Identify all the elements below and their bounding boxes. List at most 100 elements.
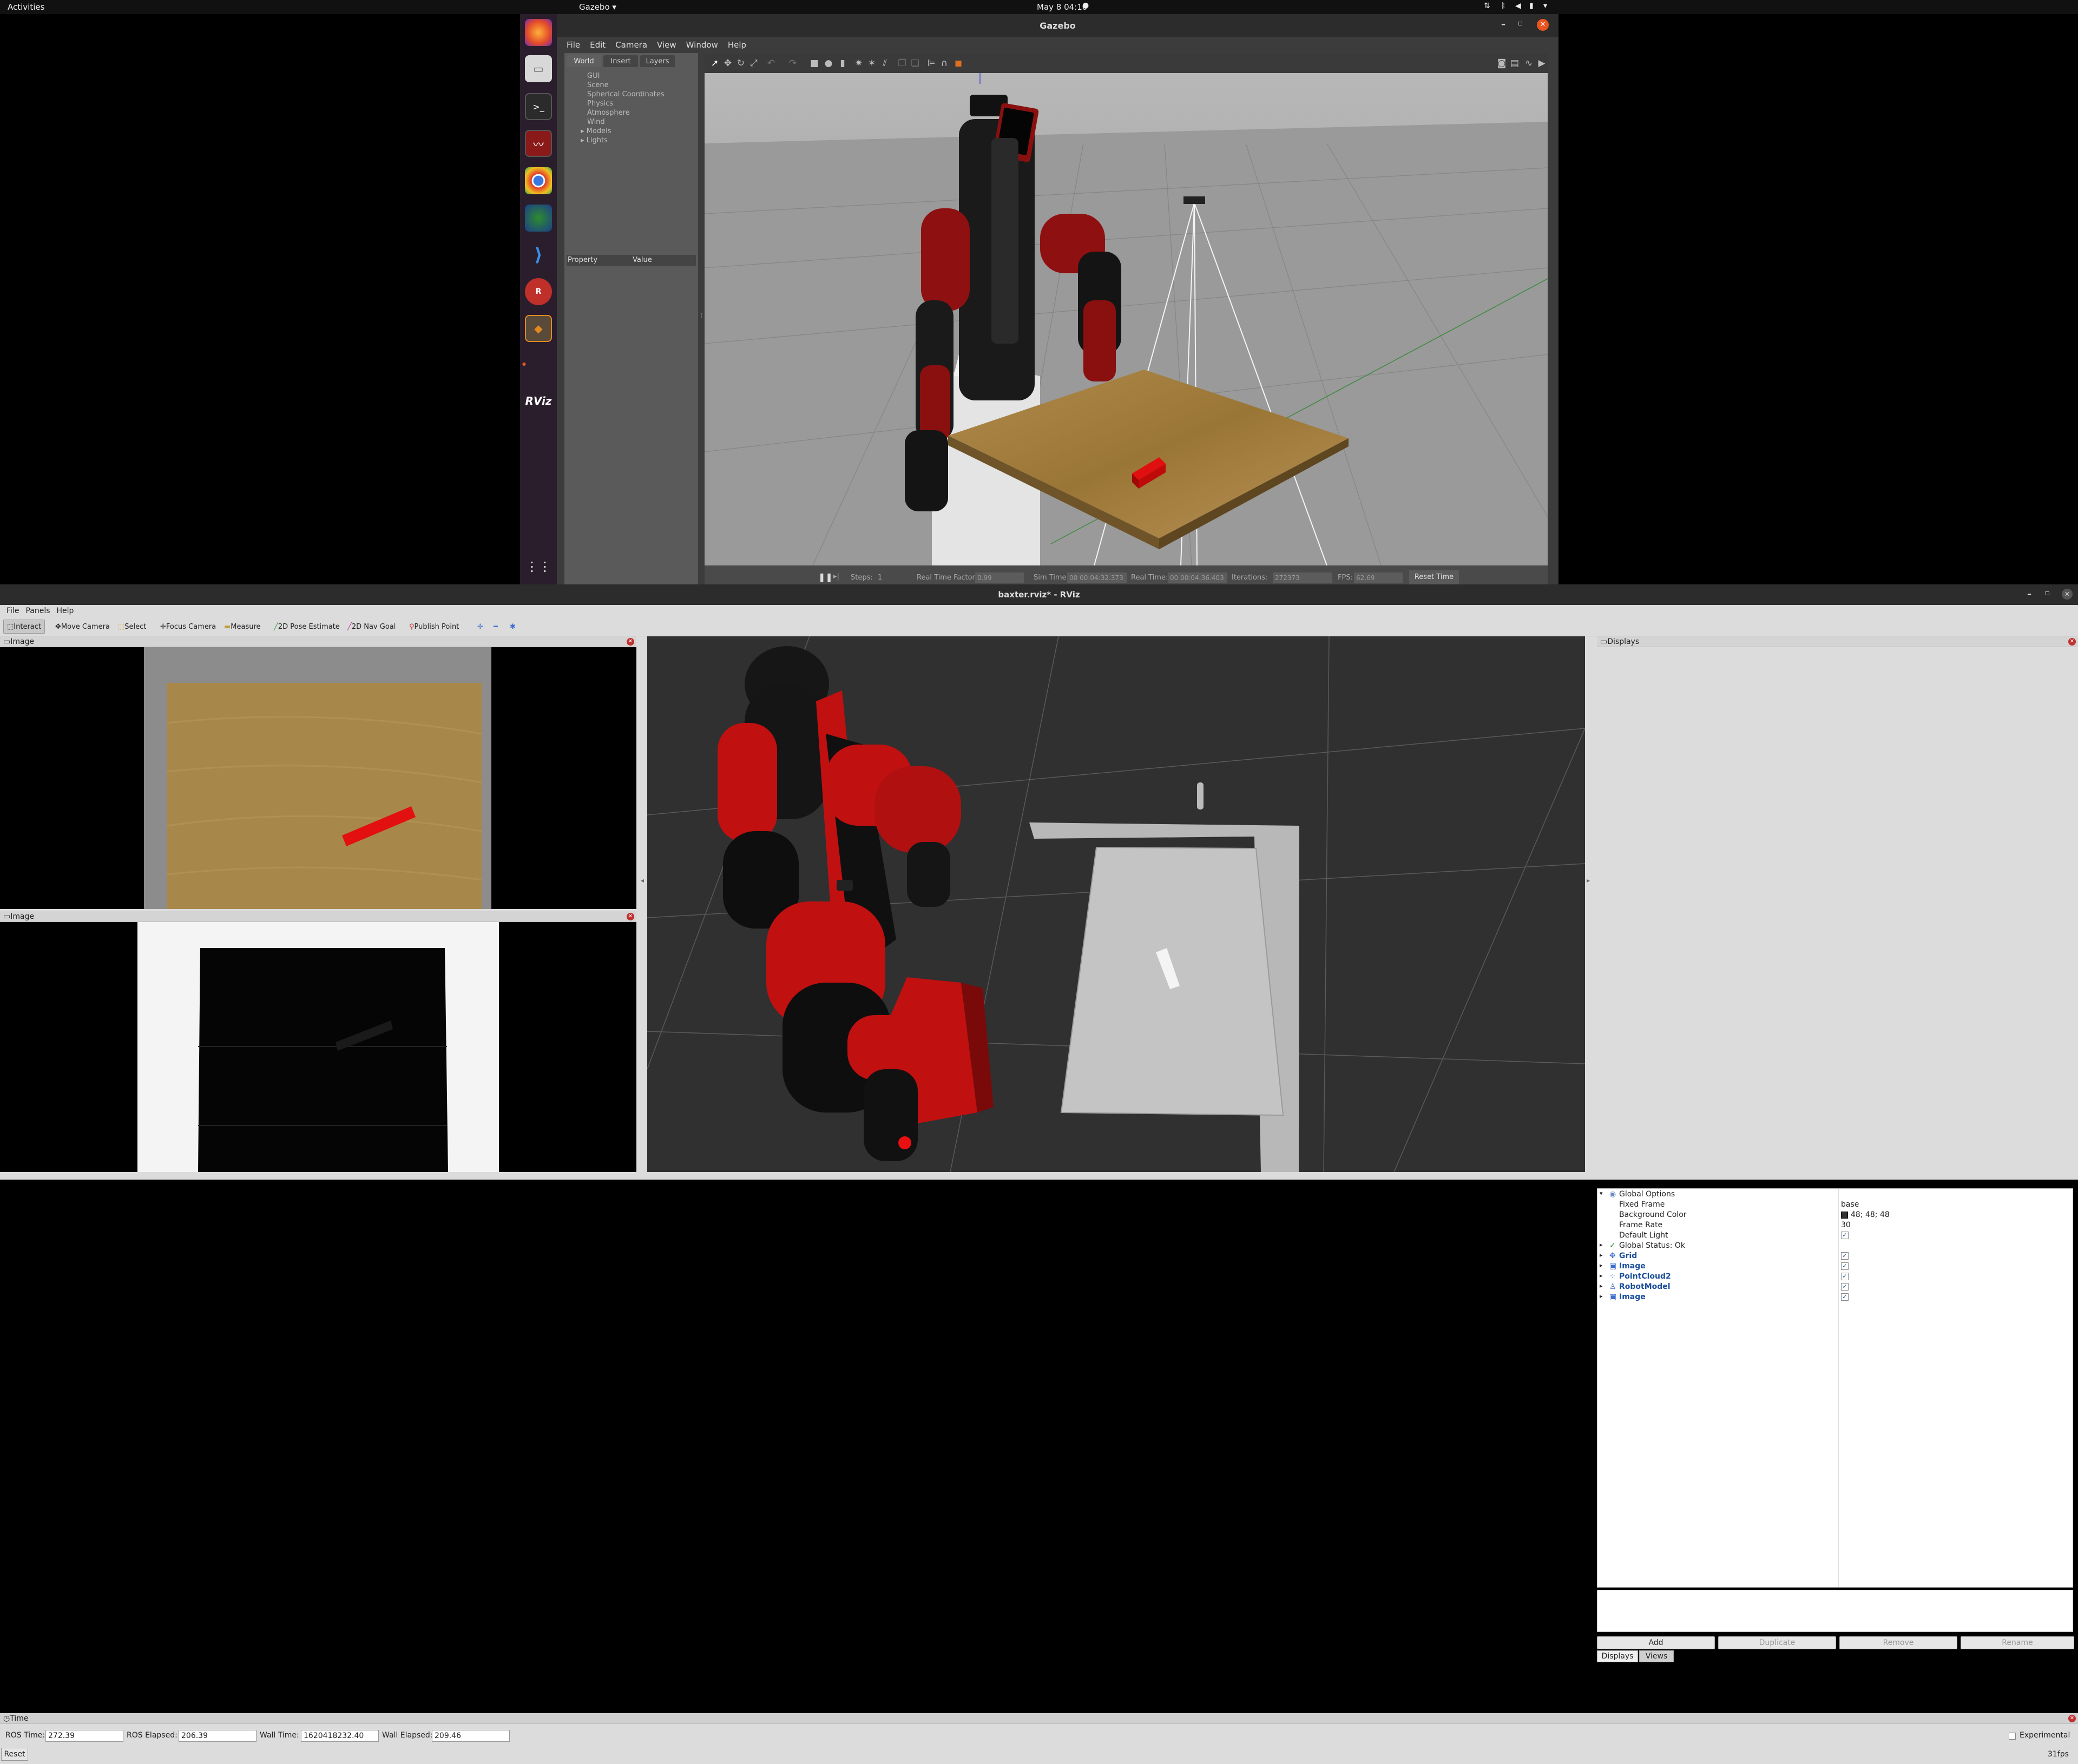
- expand-arrow-icon[interactable]: ▸: [1600, 1293, 1603, 1300]
- directional-light-icon[interactable]: ⫽: [880, 58, 890, 68]
- row-grid[interactable]: ▸ ✥ Grid ✓: [1597, 1251, 2074, 1261]
- snap-icon[interactable]: ∩: [939, 58, 949, 68]
- expand-arrow-icon[interactable]: ▸: [1600, 1272, 1603, 1279]
- pointcloud2-checkbox[interactable]: ✓: [1841, 1273, 1849, 1280]
- undo-icon[interactable]: ↶: [766, 58, 776, 68]
- close-panel-icon[interactable]: ✕: [627, 638, 634, 646]
- translate-icon[interactable]: ✥: [723, 58, 733, 68]
- rotate-icon[interactable]: ↻: [736, 58, 746, 68]
- screenshot-icon[interactable]: ◙: [1497, 58, 1507, 68]
- add-tool-icon[interactable]: ✛: [474, 620, 486, 634]
- tool-properties-icon[interactable]: ✱: [507, 620, 519, 634]
- add-display-button[interactable]: Add: [1597, 1636, 1715, 1649]
- row-frame-rate[interactable]: Frame Rate 30: [1597, 1220, 2074, 1230]
- frame-rate-value[interactable]: 30: [1841, 1221, 1851, 1229]
- default-light-checkbox[interactable]: ✓: [1841, 1232, 1849, 1239]
- tab-layers[interactable]: Layers: [640, 55, 675, 67]
- close-panel-icon[interactable]: ✕: [627, 913, 634, 920]
- log-icon[interactable]: ▤: [1510, 58, 1520, 68]
- robotmodel-checkbox[interactable]: ✓: [1841, 1283, 1849, 1291]
- paste-icon[interactable]: ❏: [910, 58, 920, 68]
- terminal-icon[interactable]: >_: [525, 93, 552, 120]
- splitter-handle[interactable]: ◂: [641, 877, 644, 884]
- menu-view[interactable]: View: [657, 40, 676, 50]
- gazebo-titlebar[interactable]: Gazebo – ▫ ✕: [557, 14, 1558, 37]
- tool-publish-point[interactable]: ⚲ Publish Point: [406, 620, 462, 634]
- close-panel-icon[interactable]: ✕: [2068, 1715, 2076, 1722]
- network-icon[interactable]: ⇅: [1484, 2, 1490, 10]
- steps-value[interactable]: 1: [878, 574, 882, 582]
- tree-gui[interactable]: GUI: [587, 72, 600, 80]
- system-menu-icon[interactable]: ▾: [1543, 2, 1547, 10]
- camera-image-view[interactable]: [0, 647, 636, 909]
- rviz-icon[interactable]: RViz: [525, 387, 552, 414]
- globe-app-icon[interactable]: [525, 205, 552, 232]
- bluetooth-icon[interactable]: ᛒ: [1501, 2, 1505, 10]
- row-robotmodel[interactable]: ▸ ♙ RobotModel ✓: [1597, 1282, 2074, 1292]
- splitter-handle[interactable]: ▸: [1587, 877, 1590, 884]
- collapse-arrow-icon[interactable]: ▾: [1600, 1190, 1603, 1197]
- background-color-value[interactable]: 48; 48; 48: [1851, 1210, 1890, 1219]
- tab-world[interactable]: World: [567, 55, 601, 67]
- expand-arrow-icon[interactable]: ▸: [1600, 1282, 1603, 1289]
- tree-wind[interactable]: Wind: [587, 118, 605, 126]
- maximize-icon[interactable]: ▫: [1518, 19, 1523, 28]
- duplicate-display-button[interactable]: Duplicate: [1718, 1636, 1836, 1649]
- system-monitor-icon[interactable]: 〰: [525, 130, 552, 157]
- row-global-status[interactable]: ▸ ✓ Global Status: Ok: [1597, 1241, 2074, 1251]
- menu-help[interactable]: Help: [57, 607, 74, 615]
- remove-display-button[interactable]: Remove: [1839, 1636, 1957, 1649]
- tool-2d-pose-estimate[interactable]: ╱ 2D Pose Estimate: [271, 620, 343, 634]
- vscode-icon[interactable]: ⟩: [525, 241, 552, 268]
- rename-display-button[interactable]: Rename: [1961, 1636, 2074, 1649]
- row-background-color[interactable]: Background Color 48; 48; 48: [1597, 1210, 2074, 1220]
- grid-checkbox[interactable]: ✓: [1841, 1252, 1849, 1260]
- point-light-icon[interactable]: ✷: [854, 58, 864, 68]
- close-panel-icon[interactable]: ✕: [2068, 638, 2076, 646]
- menu-panels[interactable]: Panels: [25, 607, 50, 615]
- tree-spherical-coordinates[interactable]: Spherical Coordinates: [587, 90, 665, 98]
- select-mode-icon[interactable]: ➚: [710, 58, 720, 68]
- tool-2d-nav-goal[interactable]: ╱ 2D Nav Goal: [344, 620, 399, 634]
- tree-lights[interactable]: ▸ Lights: [581, 136, 608, 144]
- tool-select[interactable]: ⬚ Select: [115, 620, 149, 634]
- menu-window[interactable]: Window: [686, 40, 718, 50]
- expand-arrow-icon[interactable]: ▸: [1600, 1241, 1603, 1248]
- record-video-icon[interactable]: ▶: [1537, 58, 1547, 68]
- tool-focus-camera[interactable]: ✛ Focus Camera: [157, 620, 219, 634]
- tab-views[interactable]: Views: [1639, 1650, 1674, 1662]
- wall-elapsed-field[interactable]: 209.46: [432, 1730, 510, 1742]
- tool-move-camera[interactable]: ✥ Move Camera: [52, 620, 113, 634]
- cylinder-shape-icon[interactable]: ▮: [838, 58, 847, 68]
- depth-image-view[interactable]: [0, 922, 636, 1172]
- row-default-light[interactable]: Default Light ✓: [1597, 1230, 2074, 1241]
- row-image-1[interactable]: ▸ ▣ Image ✓: [1597, 1261, 2074, 1272]
- close-icon[interactable]: ✕: [1537, 19, 1549, 31]
- tree-atmosphere[interactable]: Atmosphere: [587, 109, 630, 117]
- minimize-icon[interactable]: –: [2027, 589, 2031, 599]
- remove-tool-icon[interactable]: ━: [490, 620, 501, 634]
- menu-help[interactable]: Help: [728, 40, 746, 50]
- battery-icon[interactable]: ▮: [1529, 2, 1534, 10]
- menu-file[interactable]: File: [6, 607, 19, 615]
- box-shape-icon[interactable]: ■: [810, 58, 819, 68]
- volume-icon[interactable]: ◀: [1515, 2, 1521, 10]
- robot-app-icon[interactable]: R: [525, 278, 552, 305]
- firefox-icon[interactable]: [525, 19, 552, 46]
- gazebo-3d-scene[interactable]: [705, 73, 1548, 565]
- reset-time-button[interactable]: Reset Time: [1409, 570, 1459, 584]
- image-2-checkbox[interactable]: ✓: [1841, 1293, 1849, 1301]
- row-fixed-frame[interactable]: Fixed Frame base: [1597, 1200, 2074, 1210]
- clock[interactable]: May 8 04:10: [1037, 2, 1087, 12]
- chrome-icon[interactable]: [525, 167, 552, 194]
- show-apps-icon[interactable]: ⋮⋮: [525, 553, 552, 580]
- expand-arrow-icon[interactable]: ▸: [1600, 1252, 1603, 1259]
- align-icon[interactable]: ⊫: [926, 58, 936, 68]
- spot-light-icon[interactable]: ✶: [867, 58, 877, 68]
- minimize-icon[interactable]: –: [1501, 19, 1505, 29]
- tree-physics[interactable]: Physics: [587, 100, 613, 108]
- ros-time-field[interactable]: 272.39: [45, 1730, 123, 1742]
- close-icon[interactable]: ✕: [2062, 589, 2073, 600]
- image-1-checkbox[interactable]: ✓: [1841, 1262, 1849, 1270]
- tool-interact[interactable]: ⬚ Interact: [3, 620, 45, 634]
